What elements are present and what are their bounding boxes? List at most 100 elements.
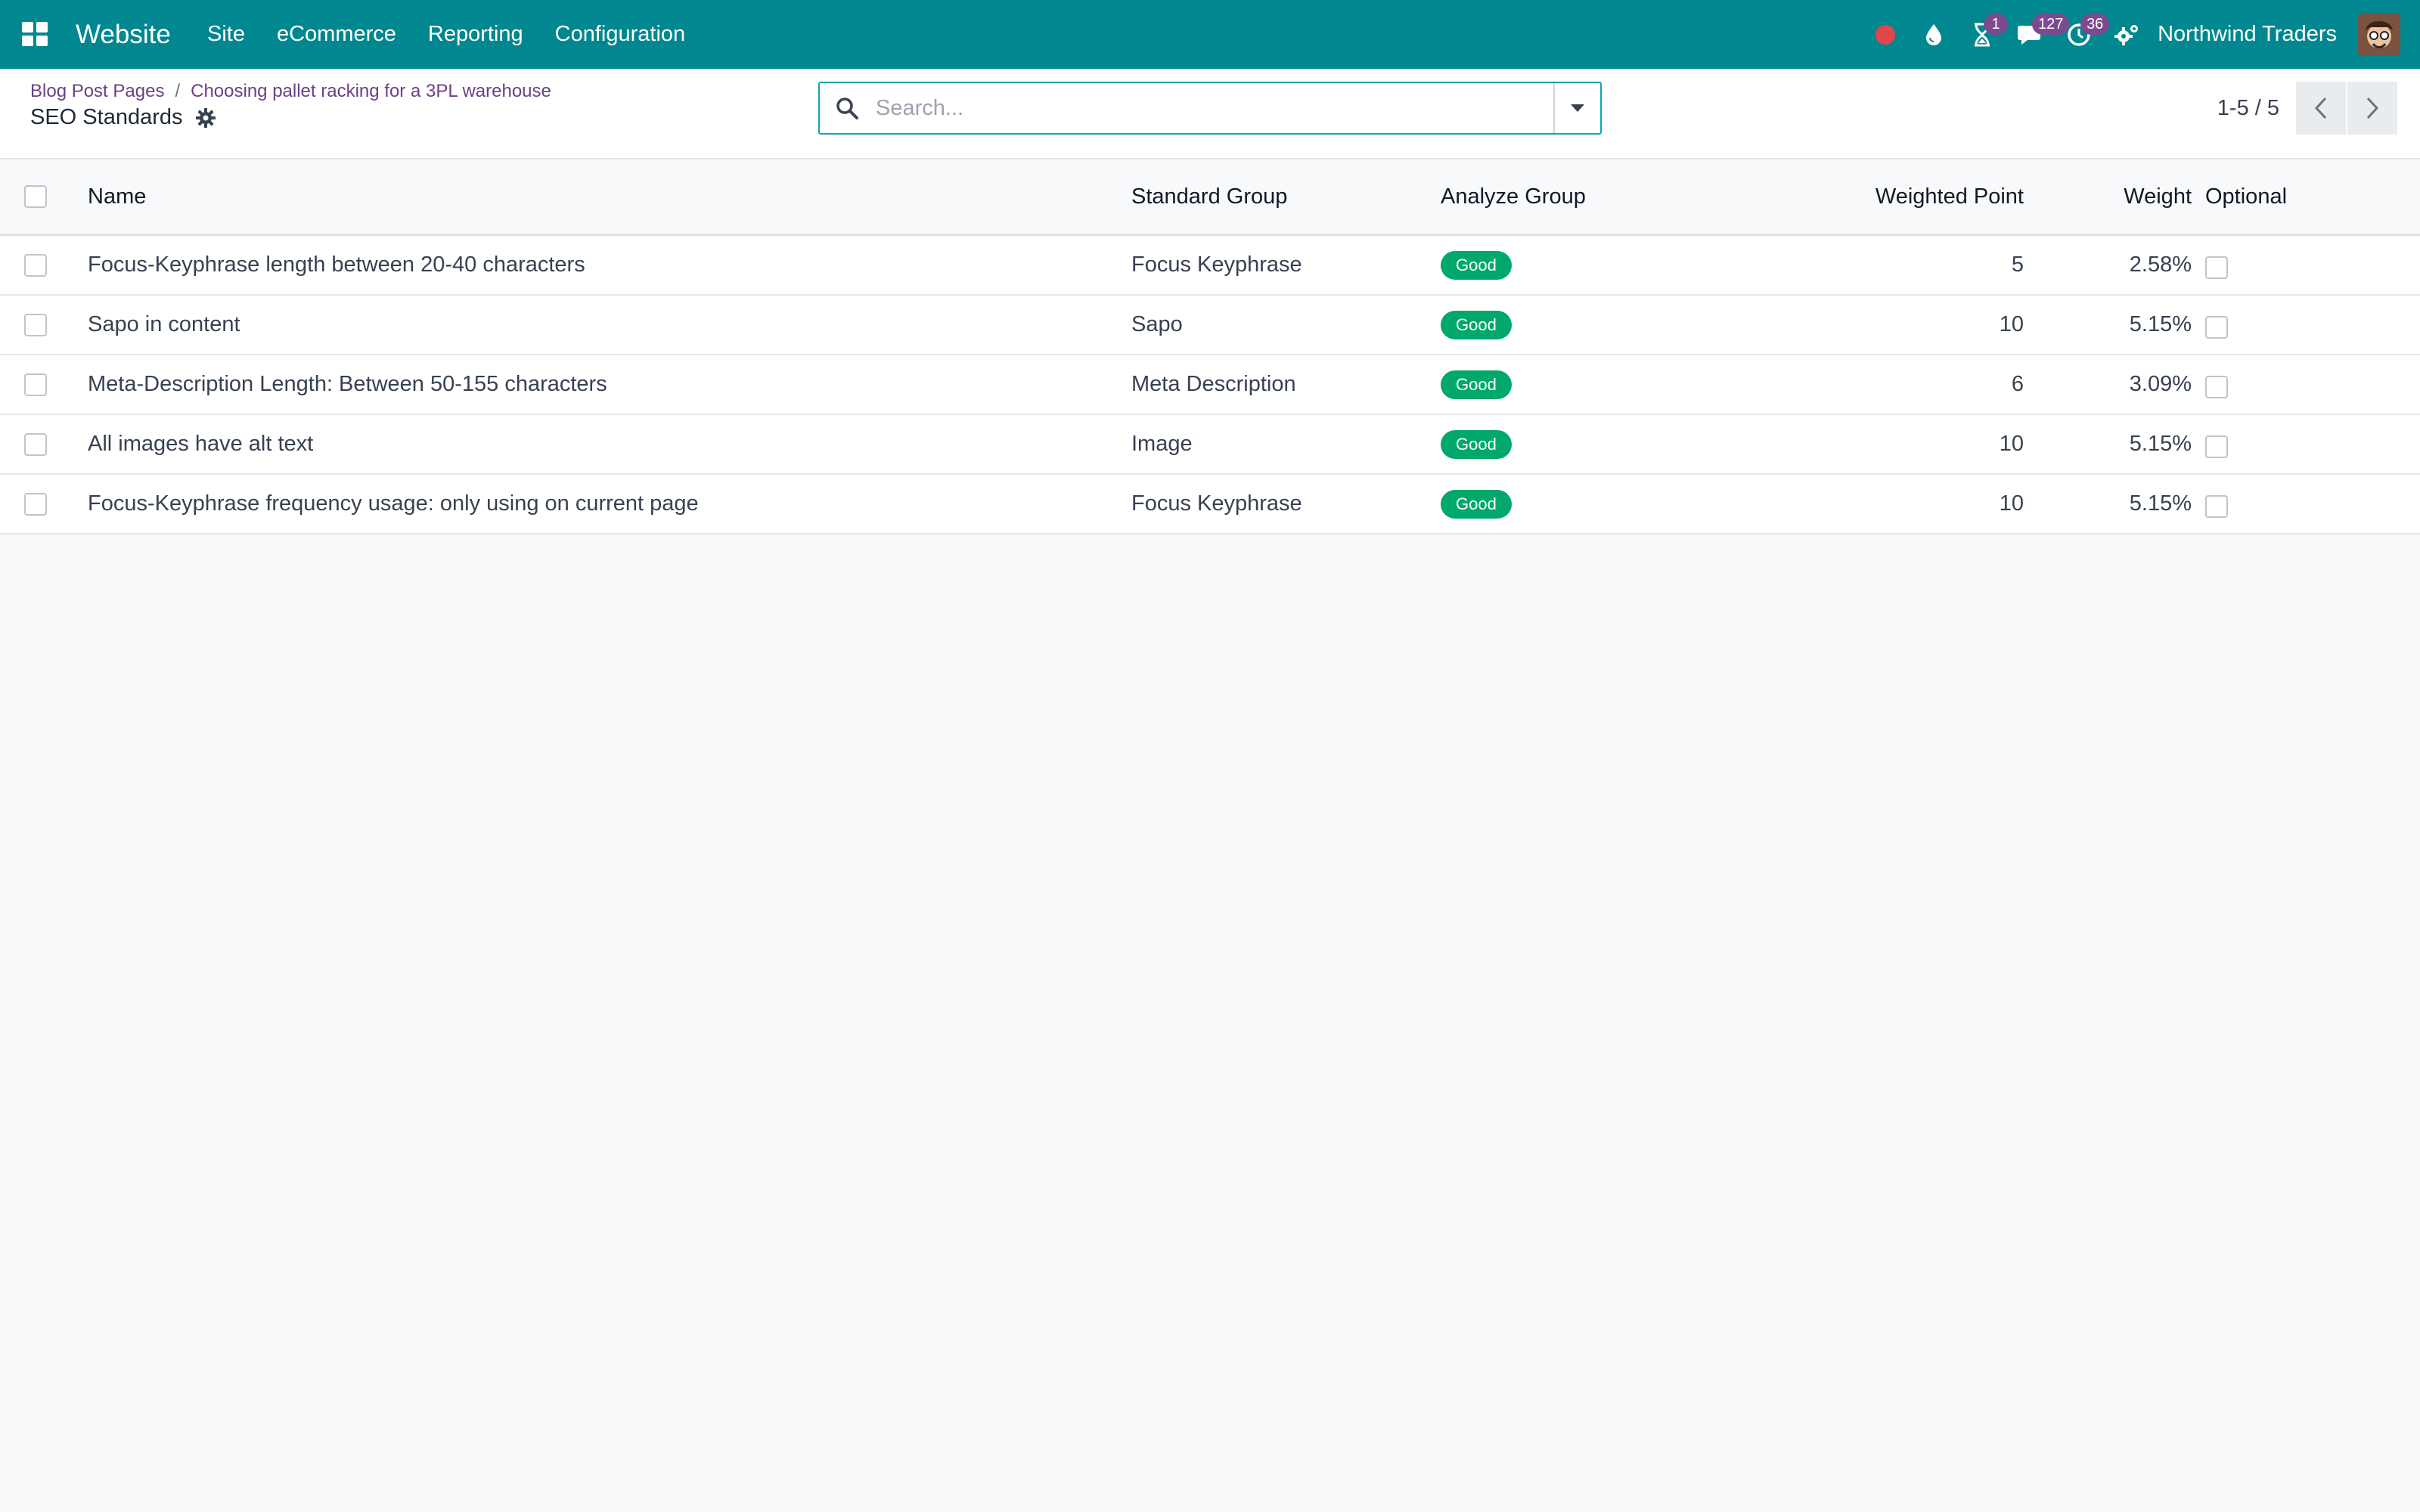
clock-button[interactable]: 36 <box>2055 0 2110 69</box>
search-icon <box>836 98 858 119</box>
row-optional-checkbox[interactable] <box>2205 494 2228 518</box>
row-standard-group[interactable]: Image <box>1131 415 1419 473</box>
main-menu: Site eCommerce Reporting Configuration <box>207 0 717 69</box>
analyze-group-badge: Good <box>1441 310 1512 339</box>
row-weight[interactable]: 5.15% <box>2042 475 2192 533</box>
pager-value[interactable]: 1-5 / 5 <box>2217 96 2279 121</box>
row-standard-group[interactable]: Meta Description <box>1131 355 1419 414</box>
caret-down-icon <box>1571 104 1584 112</box>
row-analyze-group-cell: Good <box>1441 355 1713 414</box>
row-name[interactable]: Focus-Keyphrase frequency usage: only us… <box>88 475 1071 533</box>
row-standard-group[interactable]: Focus Keyphrase <box>1131 236 1419 294</box>
apps-menu-icon[interactable] <box>22 22 48 46</box>
row-select-cell <box>24 355 54 414</box>
page-title: SEO Standards <box>30 105 216 130</box>
control-panel: Blog Post Pages / Choosing pallet racking … <box>0 69 2420 160</box>
analyze-group-badge: Good <box>1441 250 1512 280</box>
row-name[interactable]: Meta-Description Length: Between 50-155 … <box>88 355 1071 414</box>
row-select-cell <box>24 236 54 294</box>
table-row[interactable]: Meta-Description Length: Between 50-155 … <box>0 355 2420 415</box>
breadcrumb-blog-post-pages[interactable]: Blog Post Pages <box>30 81 164 101</box>
row-select-checkbox[interactable] <box>24 253 47 277</box>
pager-next-button[interactable] <box>2347 82 2397 135</box>
select-all-cell <box>24 160 54 234</box>
table-row[interactable]: Focus-Keyphrase frequency usage: only us… <box>0 475 2420 534</box>
search-box <box>818 82 1602 135</box>
top-navbar: Website Site eCommerce Reporting Configu… <box>0 0 2420 69</box>
column-header-analyze-group[interactable]: Analyze Group <box>1441 160 1713 234</box>
seo-standards-table: Name Standard Group Analyze Group Weight… <box>0 160 2420 534</box>
search-options-toggle[interactable] <box>1553 83 1600 133</box>
row-weighted-point[interactable]: 10 <box>1739 296 2024 354</box>
gear-icon[interactable] <box>195 107 216 129</box>
table-row[interactable]: Sapo in content Sapo Good 10 5.15% <box>0 296 2420 355</box>
search-input[interactable] <box>874 85 1553 131</box>
chevron-right-icon <box>2366 97 2379 119</box>
column-header-standard-group[interactable]: Standard Group <box>1131 160 1419 234</box>
row-weight[interactable]: 3.09% <box>2042 355 2192 414</box>
row-optional-checkbox[interactable] <box>2205 256 2228 279</box>
activity-button[interactable]: 1 <box>1958 0 2009 69</box>
pager-previous-button[interactable] <box>2296 82 2346 135</box>
row-select-checkbox[interactable] <box>24 313 47 336</box>
column-header-weighted-point[interactable]: Weighted Point <box>1739 160 2024 234</box>
analyze-group-badge: Good <box>1441 370 1512 399</box>
row-name[interactable]: Focus-Keyphrase length between 20-40 cha… <box>88 236 1071 294</box>
breadcrumb-separator: / <box>175 81 181 101</box>
table-row[interactable]: All images have alt text Image Good 10 5… <box>0 415 2420 475</box>
row-weighted-point[interactable]: 10 <box>1739 415 2024 473</box>
row-optional-cell <box>2205 236 2356 294</box>
row-weighted-point[interactable]: 6 <box>1739 355 2024 414</box>
drop-button[interactable] <box>1910 0 1958 69</box>
analyze-group-badge: Good <box>1441 429 1512 459</box>
page-title-text: SEO Standards <box>30 105 183 129</box>
row-standard-group[interactable]: Sapo <box>1131 296 1419 354</box>
row-optional-checkbox[interactable] <box>2205 375 2228 398</box>
row-optional-checkbox[interactable] <box>2205 315 2228 339</box>
row-weight[interactable]: 5.15% <box>2042 415 2192 473</box>
row-name[interactable]: Sapo in content <box>88 296 1071 354</box>
company-name[interactable]: Northwind Traders <box>2158 22 2337 47</box>
select-all-checkbox[interactable] <box>24 185 47 208</box>
gears-icon <box>2114 24 2139 45</box>
pager: 1-5 / 5 <box>2217 82 2397 135</box>
row-weighted-point[interactable]: 5 <box>1739 236 2024 294</box>
row-optional-checkbox[interactable] <box>2205 435 2228 458</box>
row-optional-cell <box>2205 355 2356 414</box>
row-standard-group[interactable]: Focus Keyphrase <box>1131 475 1419 533</box>
row-select-cell <box>24 475 54 533</box>
menu-reporting[interactable]: Reporting <box>428 22 523 47</box>
column-header-weight[interactable]: Weight <box>2042 160 2192 234</box>
row-optional-cell <box>2205 475 2356 533</box>
recording-button[interactable] <box>1861 0 1910 69</box>
row-weight[interactable]: 2.58% <box>2042 236 2192 294</box>
menu-site[interactable]: Site <box>207 22 245 47</box>
row-select-checkbox[interactable] <box>24 432 47 456</box>
avatar-icon <box>2358 13 2400 56</box>
row-analyze-group-cell: Good <box>1441 475 1713 533</box>
row-select-cell <box>24 415 54 473</box>
settings-button[interactable] <box>2103 0 2152 69</box>
systray: 1 127 36 Northwind Traders <box>1861 0 2420 69</box>
breadcrumb-record[interactable]: Choosing pallet racking for a 3PL wareho… <box>191 81 551 101</box>
row-name[interactable]: All images have alt text <box>88 415 1071 473</box>
app-brand[interactable]: Website <box>76 0 171 69</box>
row-optional-cell <box>2205 296 2356 354</box>
menu-configuration[interactable]: Configuration <box>555 22 686 47</box>
menu-ecommerce[interactable]: eCommerce <box>277 22 396 47</box>
messages-button[interactable]: 127 <box>2006 0 2070 69</box>
row-weighted-point[interactable]: 10 <box>1739 475 2024 533</box>
row-weight[interactable]: 5.15% <box>2042 296 2192 354</box>
row-optional-cell <box>2205 415 2356 473</box>
table-header-row: Name Standard Group Analyze Group Weight… <box>0 160 2420 236</box>
row-analyze-group-cell: Good <box>1441 296 1713 354</box>
column-header-name[interactable]: Name <box>88 160 1071 234</box>
row-select-checkbox[interactable] <box>24 373 47 396</box>
user-avatar[interactable] <box>2358 13 2400 56</box>
drop-icon <box>1926 23 1942 45</box>
analyze-group-badge: Good <box>1441 489 1512 519</box>
table-row[interactable]: Focus-Keyphrase length between 20-40 cha… <box>0 236 2420 296</box>
row-select-cell <box>24 296 54 354</box>
row-select-checkbox[interactable] <box>24 492 47 516</box>
column-header-optional[interactable]: Optional <box>2205 160 2356 234</box>
